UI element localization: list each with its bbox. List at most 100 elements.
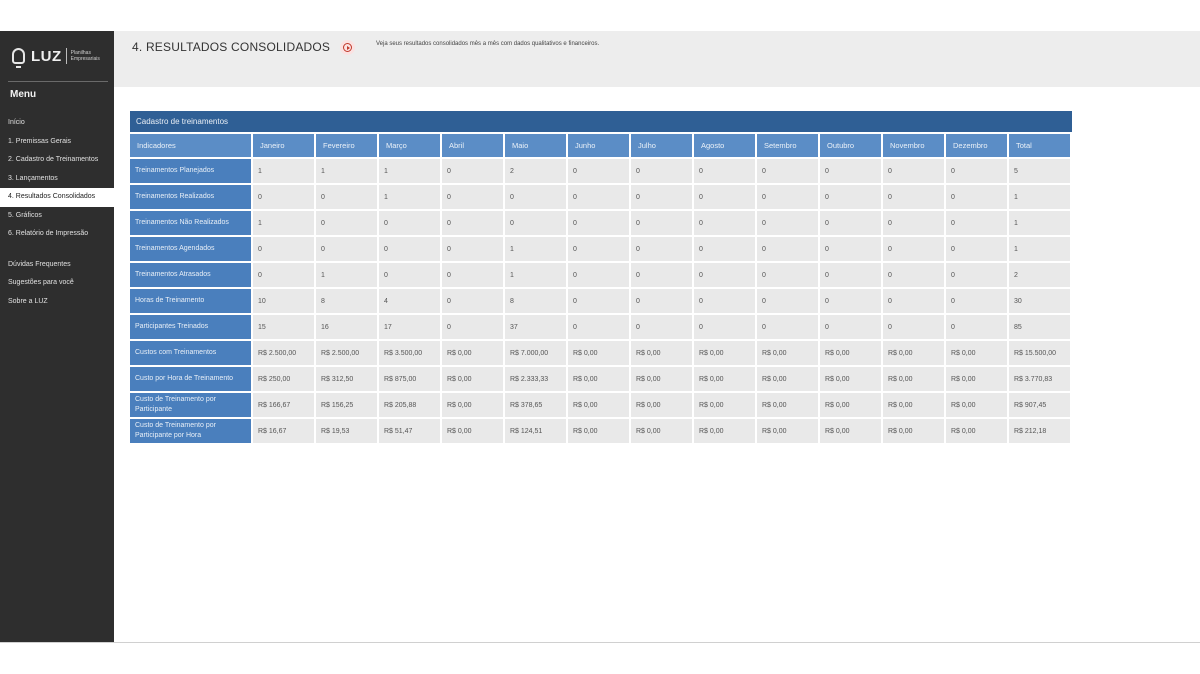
- table-cell[interactable]: 85: [1009, 315, 1070, 339]
- table-cell[interactable]: R$ 205,88: [379, 393, 440, 417]
- table-cell[interactable]: 0: [757, 289, 818, 313]
- sidebar-item[interactable]: 4. Resultados Consolidados: [0, 188, 114, 207]
- table-cell[interactable]: R$ 907,45: [1009, 393, 1070, 417]
- table-cell[interactable]: 0: [505, 185, 566, 209]
- table-cell[interactable]: 10: [253, 289, 314, 313]
- table-cell[interactable]: 1: [316, 263, 377, 287]
- table-cell[interactable]: 0: [442, 159, 503, 183]
- table-cell[interactable]: R$ 0,00: [631, 393, 692, 417]
- table-cell[interactable]: R$ 0,00: [757, 341, 818, 365]
- table-cell[interactable]: 0: [820, 211, 881, 235]
- table-cell[interactable]: 0: [757, 263, 818, 287]
- table-cell[interactable]: R$ 312,50: [316, 367, 377, 391]
- table-cell[interactable]: R$ 19,53: [316, 419, 377, 443]
- table-cell[interactable]: 0: [316, 237, 377, 261]
- table-cell[interactable]: 0: [694, 211, 755, 235]
- table-cell[interactable]: 0: [316, 185, 377, 209]
- table-cell[interactable]: 0: [568, 211, 629, 235]
- table-cell[interactable]: 0: [694, 263, 755, 287]
- table-cell[interactable]: 1: [1009, 211, 1070, 235]
- sidebar-item[interactable]: Sobre a LUZ: [0, 293, 114, 312]
- table-cell[interactable]: R$ 166,67: [253, 393, 314, 417]
- logo[interactable]: LUZ Planilhas Empresariais: [4, 39, 112, 73]
- sidebar-item[interactable]: Dúvidas Frequentes: [0, 256, 114, 275]
- table-cell[interactable]: R$ 15.500,00: [1009, 341, 1070, 365]
- table-cell[interactable]: 0: [883, 289, 944, 313]
- table-cell[interactable]: 0: [757, 237, 818, 261]
- table-cell[interactable]: 0: [631, 289, 692, 313]
- table-cell[interactable]: R$ 0,00: [442, 419, 503, 443]
- table-cell[interactable]: 0: [694, 315, 755, 339]
- sidebar-item[interactable]: 5. Gráficos: [0, 207, 114, 226]
- table-cell[interactable]: R$ 378,65: [505, 393, 566, 417]
- table-cell[interactable]: R$ 0,00: [946, 367, 1007, 391]
- table-cell[interactable]: R$ 0,00: [631, 367, 692, 391]
- table-cell[interactable]: R$ 0,00: [631, 419, 692, 443]
- table-cell[interactable]: R$ 124,51: [505, 419, 566, 443]
- table-cell[interactable]: R$ 0,00: [442, 367, 503, 391]
- table-cell[interactable]: R$ 0,00: [568, 367, 629, 391]
- table-cell[interactable]: R$ 0,00: [568, 393, 629, 417]
- table-cell[interactable]: 0: [883, 185, 944, 209]
- table-cell[interactable]: 0: [946, 289, 1007, 313]
- table-cell[interactable]: 8: [316, 289, 377, 313]
- table-cell[interactable]: 0: [568, 263, 629, 287]
- table-cell[interactable]: R$ 51,47: [379, 419, 440, 443]
- sidebar-item[interactable]: 2. Cadastro de Treinamentos: [0, 151, 114, 170]
- table-cell[interactable]: 0: [820, 289, 881, 313]
- table-cell[interactable]: 0: [820, 237, 881, 261]
- table-cell[interactable]: 0: [253, 263, 314, 287]
- table-cell[interactable]: 0: [883, 315, 944, 339]
- table-cell[interactable]: 0: [568, 289, 629, 313]
- table-cell[interactable]: R$ 0,00: [631, 341, 692, 365]
- table-cell[interactable]: 0: [253, 237, 314, 261]
- table-cell[interactable]: 0: [946, 237, 1007, 261]
- table-cell[interactable]: R$ 2.500,00: [253, 341, 314, 365]
- table-cell[interactable]: 0: [883, 211, 944, 235]
- sidebar-item[interactable]: Início: [0, 114, 114, 133]
- table-cell[interactable]: 30: [1009, 289, 1070, 313]
- table-cell[interactable]: 0: [253, 185, 314, 209]
- table-cell[interactable]: R$ 0,00: [442, 393, 503, 417]
- table-cell[interactable]: R$ 875,00: [379, 367, 440, 391]
- table-cell[interactable]: 0: [505, 211, 566, 235]
- table-cell[interactable]: 0: [631, 185, 692, 209]
- table-cell[interactable]: R$ 250,00: [253, 367, 314, 391]
- table-cell[interactable]: 0: [883, 159, 944, 183]
- table-cell[interactable]: R$ 0,00: [946, 419, 1007, 443]
- table-cell[interactable]: R$ 7.000,00: [505, 341, 566, 365]
- table-cell[interactable]: 0: [757, 315, 818, 339]
- table-cell[interactable]: 0: [568, 237, 629, 261]
- table-cell[interactable]: R$ 3.770,83: [1009, 367, 1070, 391]
- table-cell[interactable]: 0: [568, 159, 629, 183]
- table-cell[interactable]: 1: [505, 263, 566, 287]
- table-cell[interactable]: R$ 0,00: [694, 367, 755, 391]
- table-cell[interactable]: R$ 0,00: [820, 393, 881, 417]
- table-cell[interactable]: 1: [253, 159, 314, 183]
- table-cell[interactable]: 1: [1009, 237, 1070, 261]
- table-cell[interactable]: 0: [631, 315, 692, 339]
- table-cell[interactable]: 0: [946, 185, 1007, 209]
- table-cell[interactable]: 0: [442, 289, 503, 313]
- table-cell[interactable]: 1: [379, 185, 440, 209]
- table-cell[interactable]: 0: [946, 159, 1007, 183]
- table-cell[interactable]: 37: [505, 315, 566, 339]
- table-cell[interactable]: 1: [253, 211, 314, 235]
- table-cell[interactable]: R$ 3.500,00: [379, 341, 440, 365]
- table-cell[interactable]: R$ 0,00: [757, 419, 818, 443]
- table-cell[interactable]: 0: [946, 211, 1007, 235]
- table-cell[interactable]: 0: [694, 289, 755, 313]
- table-cell[interactable]: 0: [883, 237, 944, 261]
- table-cell[interactable]: 0: [442, 211, 503, 235]
- table-cell[interactable]: 0: [820, 185, 881, 209]
- play-video-button[interactable]: [340, 40, 355, 55]
- sidebar-item[interactable]: 1. Premissas Gerais: [0, 133, 114, 152]
- table-cell[interactable]: 0: [379, 263, 440, 287]
- table-cell[interactable]: 4: [379, 289, 440, 313]
- sidebar-item[interactable]: 6. Relatório de Impressão: [0, 225, 114, 244]
- table-cell[interactable]: R$ 0,00: [820, 367, 881, 391]
- table-cell[interactable]: 0: [442, 185, 503, 209]
- sidebar-item[interactable]: Sugestões para você: [0, 274, 114, 293]
- table-cell[interactable]: 2: [1009, 263, 1070, 287]
- table-cell[interactable]: 2: [505, 159, 566, 183]
